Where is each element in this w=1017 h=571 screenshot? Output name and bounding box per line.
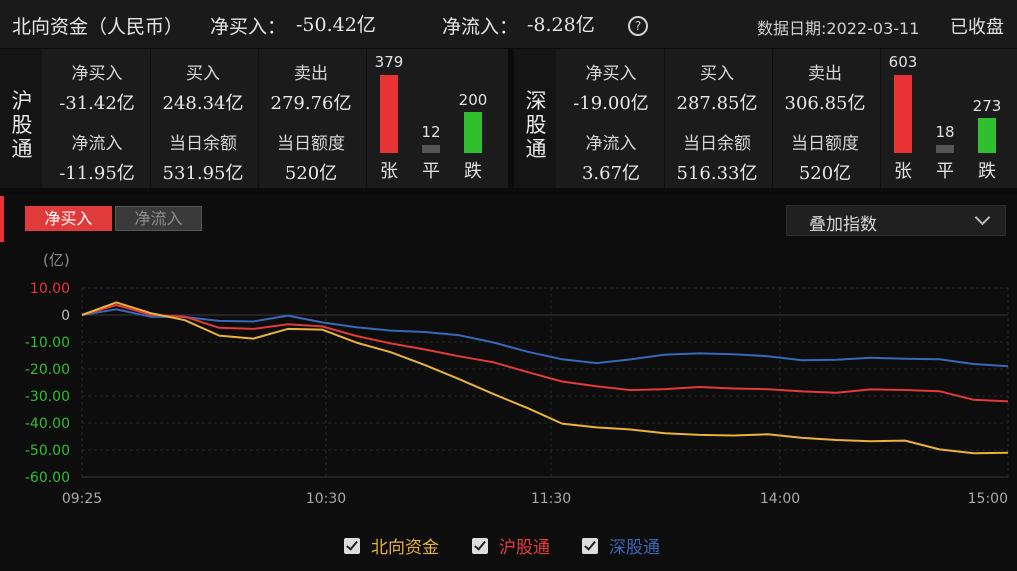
line-chart: 10.00 0 -10.00 -20.00 -30.00 -40.00 -50.00 -60.… — [25, 281, 1009, 507]
y-tick-label: -40.00 — [25, 416, 70, 432]
legend-label-sh: 沪股通 — [499, 538, 550, 558]
checkbox-icon[interactable] — [582, 537, 598, 554]
series-line-2 — [81, 308, 1009, 368]
y-tick-label: -20.00 — [25, 362, 70, 378]
legend-label-sz: 深股通 — [609, 538, 660, 558]
x-tick-label: 10:30 — [306, 491, 346, 507]
legend-label-north: 北向资金 — [371, 538, 439, 558]
legend-item-sz[interactable]: 深股通 — [582, 533, 660, 558]
y-tick-label: -10.00 — [25, 335, 70, 351]
series-line-1 — [81, 304, 1009, 403]
x-tick-label: 15:00 — [968, 491, 1008, 507]
x-tick-label: 14:00 — [760, 491, 800, 507]
x-tick-label: 11:30 — [531, 491, 571, 507]
x-tick-label: 09:25 — [62, 491, 102, 507]
y-tick-label: 0 — [61, 308, 70, 324]
checkbox-icon[interactable] — [344, 537, 360, 554]
y-tick-label: 10.00 — [30, 281, 70, 297]
y-tick-label: -60.00 — [25, 470, 70, 486]
legend-item-sh[interactable]: 沪股通 — [472, 533, 550, 558]
legend-item-north[interactable]: 北向资金 — [344, 533, 439, 558]
y-tick-label: -50.00 — [25, 443, 70, 459]
checkbox-icon[interactable] — [472, 537, 488, 554]
y-tick-label: -30.00 — [25, 389, 70, 405]
